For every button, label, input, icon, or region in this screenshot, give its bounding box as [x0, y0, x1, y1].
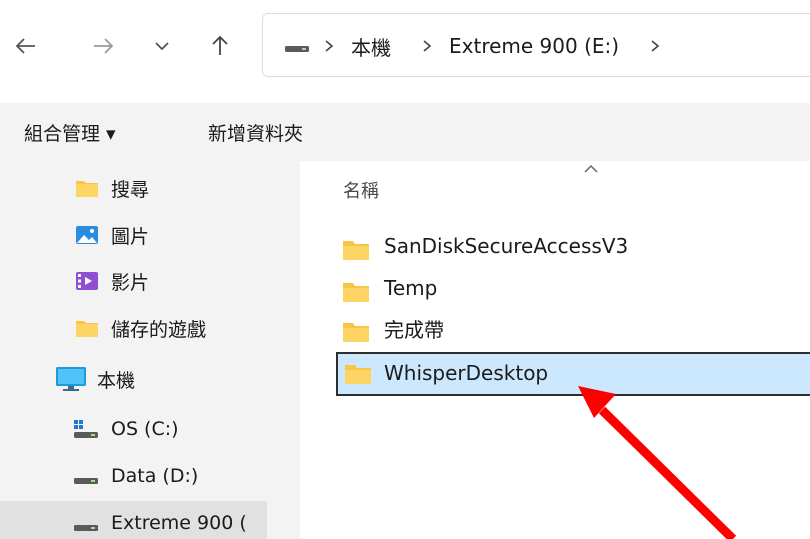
- sidebar-item-videos[interactable]: 影片: [0, 259, 267, 303]
- navigation-pane: 搜尋 圖片 影片 儲存的遊戲 本機 OS (C:) Data (D:) Extr…: [0, 161, 300, 539]
- address-bar[interactable]: 本機 Extreme 900 (E:): [262, 13, 810, 77]
- chevron-down-icon: [155, 42, 169, 51]
- file-row-temp[interactable]: Temp: [336, 269, 810, 311]
- folder-icon: [343, 283, 369, 302]
- arrow-left-icon: [15, 38, 35, 54]
- computer-icon: [56, 367, 86, 391]
- folder-icon: [76, 321, 98, 337]
- sidebar-item-label: Data (D:): [111, 465, 199, 487]
- sidebar-item-label: 影片: [111, 271, 150, 294]
- sort-up-icon[interactable]: [583, 164, 599, 174]
- drive-icon: [74, 478, 98, 484]
- drive-icon: [74, 525, 98, 531]
- file-name: WhisperDesktop: [384, 361, 549, 385]
- sidebar-item-label: 圖片: [111, 225, 150, 248]
- sidebar-item-this-pc[interactable]: 本機: [0, 357, 267, 401]
- file-row-whisperdesktop[interactable]: WhisperDesktop: [336, 352, 810, 396]
- sidebar-item-os-c[interactable]: OS (C:): [0, 407, 267, 451]
- sidebar-item-search[interactable]: 搜尋: [0, 166, 267, 210]
- new-folder-button[interactable]: 新增資料夾: [208, 103, 303, 161]
- sidebar-item-label: Extreme 900 (: [111, 512, 247, 534]
- videos-icon: [76, 272, 98, 290]
- chevron-right-icon[interactable]: [649, 14, 661, 78]
- command-bar: 組合管理 ▾ 新增資料夾: [0, 103, 810, 161]
- forward-button[interactable]: [85, 28, 121, 64]
- file-explorer-window: 本機 Extreme 900 (E:) 組合管理 ▾ 新增資料夾 搜尋 圖片 影…: [0, 0, 810, 539]
- arrow-up-icon: [212, 35, 228, 55]
- sidebar-item-label: 本機: [97, 369, 136, 392]
- drive-icon: [285, 46, 309, 52]
- breadcrumb-this-pc[interactable]: 本機: [351, 14, 391, 78]
- file-row-sandisk[interactable]: SanDiskSecureAccessV3: [336, 227, 810, 269]
- folder-icon: [343, 323, 369, 342]
- sidebar-item-label: OS (C:): [111, 418, 179, 440]
- up-button[interactable]: [202, 28, 238, 64]
- breadcrumb-extreme-900[interactable]: Extreme 900 (E:): [449, 14, 619, 78]
- recent-locations-button[interactable]: [144, 28, 180, 64]
- file-name: 完成帶: [384, 317, 444, 342]
- chevron-right-icon: [421, 14, 433, 78]
- sidebar-item-label: 搜尋: [111, 178, 150, 201]
- pictures-icon: [76, 226, 98, 244]
- organize-button[interactable]: 組合管理 ▾: [24, 103, 116, 161]
- windows-drive-icon: [74, 420, 98, 438]
- sidebar-item-label: 儲存的遊戲: [111, 318, 207, 341]
- sidebar-item-saved-games[interactable]: 儲存的遊戲: [0, 306, 267, 350]
- column-header-name[interactable]: 名稱: [343, 173, 379, 207]
- folder-icon: [76, 181, 98, 197]
- back-button[interactable]: [8, 28, 44, 64]
- sidebar-scrollbar[interactable]: [267, 161, 300, 539]
- file-row-completed[interactable]: 完成帶: [336, 309, 810, 351]
- sidebar-item-pictures[interactable]: 圖片: [0, 213, 267, 257]
- file-name: Temp: [384, 276, 438, 300]
- arrow-right-icon: [94, 38, 114, 54]
- chevron-right-icon: [323, 14, 335, 78]
- file-name: SanDiskSecureAccessV3: [384, 234, 629, 258]
- sidebar-item-data-d[interactable]: Data (D:): [0, 454, 267, 498]
- folder-icon: [345, 365, 371, 384]
- folder-icon: [343, 241, 369, 260]
- sidebar-item-extreme-900[interactable]: Extreme 900 (: [0, 501, 267, 539]
